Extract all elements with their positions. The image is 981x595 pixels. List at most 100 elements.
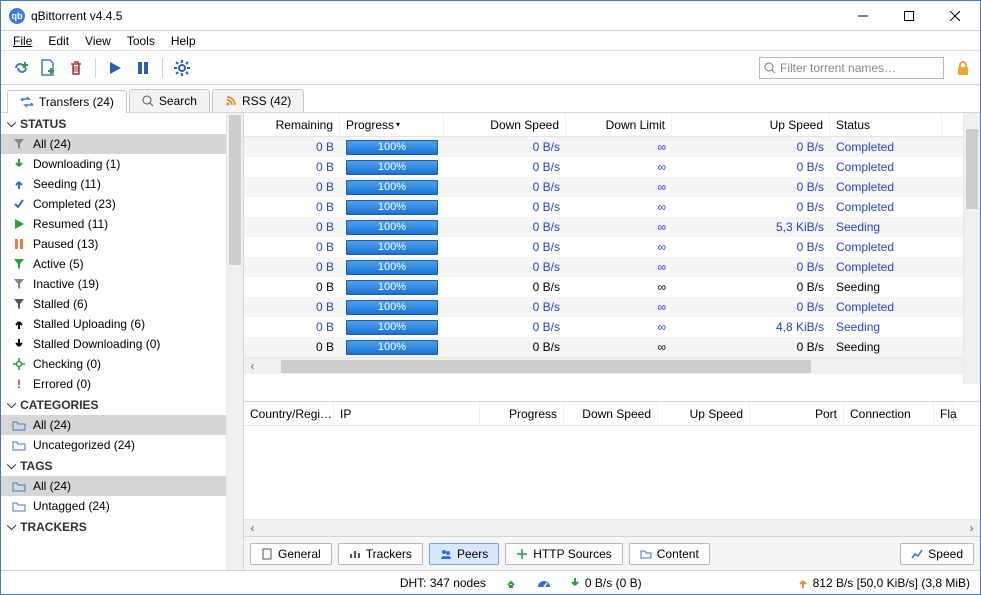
filter-stalled-uploading[interactable]: Stalled Uploading (6)	[1, 314, 226, 334]
download-rate[interactable]: 0 B/s (0 B)	[570, 576, 642, 590]
tab-search[interactable]: Search	[129, 89, 210, 112]
resume-button[interactable]	[102, 55, 128, 81]
category-uncategorized[interactable]: Uncategorized (24)	[1, 435, 226, 455]
lock-button[interactable]	[952, 57, 974, 79]
col-up-speed[interactable]: Up Speed	[658, 402, 750, 425]
filter-checking[interactable]: Checking (0)	[1, 354, 226, 374]
tab-rss[interactable]: RSS (42)	[212, 89, 304, 112]
delete-button[interactable]	[63, 55, 89, 81]
filter-active[interactable]: Active (5)	[1, 254, 226, 274]
table-row[interactable]: 0 B100%0 B/s∞0 B/sSeeding	[244, 337, 980, 357]
settings-button[interactable]	[169, 55, 195, 81]
col-progress[interactable]: Progress	[480, 402, 564, 425]
table-row[interactable]: 0 B100%0 B/s∞4,8 KiB/sSeeding	[244, 317, 980, 337]
cell-up-speed: 0 B/s	[672, 237, 830, 257]
cell-down-limit: ∞	[566, 197, 672, 217]
cell-down-limit: ∞	[566, 177, 672, 197]
check-icon	[11, 196, 27, 212]
categories-header[interactable]: ⌵CATEGORIES	[1, 394, 226, 415]
filter-input-wrap[interactable]	[759, 57, 944, 79]
col-country[interactable]: Country/Regi…	[244, 402, 334, 425]
connection-icon[interactable]	[504, 576, 518, 590]
col-flags[interactable]: Fla	[934, 402, 954, 425]
cell-remaining: 0 B	[244, 177, 340, 197]
tab-speed[interactable]: Speed	[900, 543, 974, 565]
table-row[interactable]: 0 B100%0 B/s∞0 B/sSeeding	[244, 277, 980, 297]
table-row[interactable]: 0 B100%0 B/s∞0 B/sCompleted	[244, 137, 980, 157]
cell-down-speed: 0 B/s	[444, 177, 566, 197]
table-row[interactable]: 0 B100%0 B/s∞0 B/sCompleted	[244, 237, 980, 257]
menu-bar: File Edit View Tools Help	[1, 31, 980, 51]
col-port[interactable]: Port	[750, 402, 844, 425]
table-h-scrollbar[interactable]: ‹›	[244, 357, 980, 374]
filter-stalled[interactable]: Stalled (6)	[1, 294, 226, 314]
table-row[interactable]: 0 B100%0 B/s∞0 B/sCompleted	[244, 297, 980, 317]
cell-down-speed: 0 B/s	[444, 277, 566, 297]
filter-paused[interactable]: Paused (13)	[1, 234, 226, 254]
tags-header[interactable]: ⌵TAGS	[1, 455, 226, 476]
table-row[interactable]: 0 B100%0 B/s∞0 B/sCompleted	[244, 177, 980, 197]
filter-inactive[interactable]: Inactive (19)	[1, 274, 226, 294]
menu-view[interactable]: View	[77, 32, 119, 50]
chevron-down-icon: ⌵	[7, 458, 16, 473]
sidebar-scrollbar[interactable]	[226, 113, 243, 570]
col-down-speed[interactable]: Down Speed	[564, 402, 658, 425]
cell-down-speed: 0 B/s	[444, 157, 566, 177]
menu-edit[interactable]: Edit	[40, 32, 77, 50]
close-button[interactable]	[932, 1, 978, 31]
filter-input[interactable]	[776, 61, 939, 75]
title-bar: qb qBittorrent v4.4.5	[1, 1, 980, 31]
trackers-header[interactable]: ⌵TRACKERS	[1, 516, 226, 537]
table-row[interactable]: 0 B100%0 B/s∞0 B/sCompleted	[244, 257, 980, 277]
table-row[interactable]: 0 B100%0 B/s∞5,3 KiB/sSeeding	[244, 217, 980, 237]
col-up-speed[interactable]: Up Speed	[672, 113, 830, 136]
upload-icon	[798, 577, 808, 589]
tab-peers[interactable]: Peers	[429, 543, 499, 565]
view-tabs: Transfers (24) Search RSS (42)	[1, 85, 980, 113]
tab-content[interactable]: Content	[629, 543, 710, 565]
tab-transfers[interactable]: Transfers (24)	[7, 90, 127, 113]
error-icon: !	[11, 376, 27, 392]
add-link-button[interactable]	[7, 55, 33, 81]
filter-errored[interactable]: !Errored (0)	[1, 374, 226, 394]
table-v-scrollbar[interactable]	[963, 113, 980, 384]
minimize-button[interactable]	[840, 1, 886, 31]
tag-untagged[interactable]: Untagged (24)	[1, 496, 226, 516]
col-down-speed[interactable]: Down Speed	[444, 113, 566, 136]
table-row[interactable]: 0 B100%0 B/s∞0 B/sCompleted	[244, 157, 980, 177]
col-connection[interactable]: Connection	[844, 402, 934, 425]
table-row[interactable]: 0 B100%0 B/s∞0 B/sCompleted	[244, 197, 980, 217]
menu-tools[interactable]: Tools	[119, 32, 163, 50]
col-down-limit[interactable]: Down Limit	[566, 113, 672, 136]
pause-button[interactable]	[130, 55, 156, 81]
menu-help[interactable]: Help	[163, 32, 204, 50]
filter-resumed[interactable]: Resumed (11)	[1, 214, 226, 234]
category-all[interactable]: All (24)	[1, 415, 226, 435]
cell-progress: 100%	[340, 197, 444, 217]
menu-file[interactable]: File	[5, 32, 40, 50]
col-status[interactable]: Status	[830, 113, 942, 136]
play-icon	[11, 216, 27, 232]
upload-rate[interactable]: 812 B/s [50,0 KiB/s] (3,8 MiB)	[798, 576, 970, 590]
col-remaining[interactable]: Remaining	[244, 113, 340, 136]
tab-trackers[interactable]: Trackers	[338, 543, 423, 565]
filter-downloading[interactable]: Downloading (1)	[1, 154, 226, 174]
filter-completed[interactable]: Completed (23)	[1, 194, 226, 214]
table-header: Remaining Progress▾ Down Speed Down Limi…	[244, 113, 980, 137]
cell-down-speed: 0 B/s	[444, 217, 566, 237]
filter-stalled-downloading[interactable]: Stalled Downloading (0)	[1, 334, 226, 354]
filter-seeding[interactable]: Seeding (11)	[1, 174, 226, 194]
add-file-button[interactable]	[35, 55, 61, 81]
tab-general[interactable]: General	[250, 543, 332, 565]
peers-h-scrollbar[interactable]: ‹›	[244, 519, 980, 536]
tag-all[interactable]: All (24)	[1, 476, 226, 496]
col-ip[interactable]: IP	[334, 402, 480, 425]
tab-http-sources[interactable]: HTTP Sources	[505, 543, 622, 565]
status-header[interactable]: ⌵STATUS	[1, 113, 226, 134]
cell-down-limit: ∞	[566, 297, 672, 317]
col-progress[interactable]: Progress▾	[340, 113, 444, 136]
pause-icon	[11, 236, 27, 252]
maximize-button[interactable]	[886, 1, 932, 31]
filter-all[interactable]: All (24)	[1, 134, 226, 154]
speed-limit-icon[interactable]	[536, 577, 552, 589]
